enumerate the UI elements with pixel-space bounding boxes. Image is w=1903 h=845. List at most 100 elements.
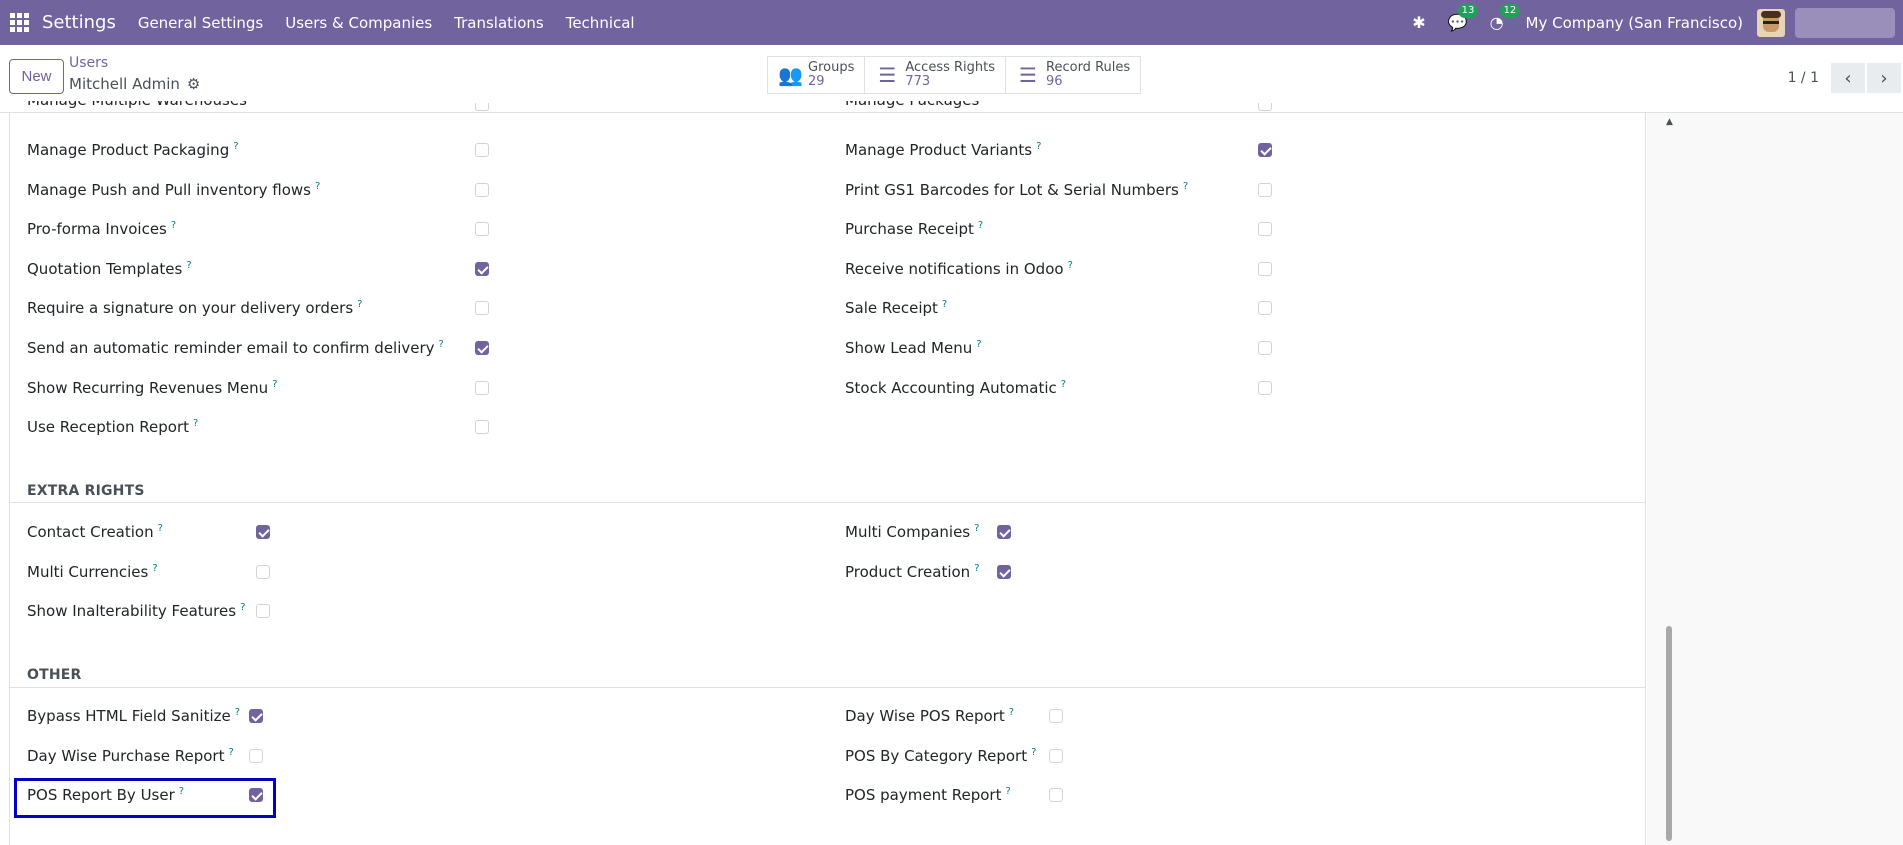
app-title[interactable]: Settings (42, 12, 116, 33)
breadcrumb-users[interactable]: Users (69, 55, 108, 71)
field-label-manage-push-and-pull-inventory-flows: Manage Push and Pull inventory flows? (27, 181, 320, 199)
help-tooltip-icon[interactable]: ? (152, 563, 157, 574)
help-tooltip-icon[interactable]: ? (315, 181, 320, 192)
section-divider (9, 502, 1646, 503)
help-tooltip-icon[interactable]: ? (233, 141, 238, 152)
help-tooltip-icon[interactable]: ? (942, 299, 947, 310)
checkbox-multi-currencies[interactable] (256, 564, 270, 579)
scroll-up-arrow-icon[interactable]: ▲ (1664, 117, 1675, 127)
section-divider (9, 687, 1646, 688)
field-label-text: Sale Receipt (845, 299, 938, 318)
help-tooltip-icon[interactable]: ? (272, 379, 277, 390)
checkbox-show-lead-menu[interactable] (1258, 341, 1272, 355)
help-tooltip-icon[interactable]: ? (1031, 747, 1036, 758)
scrollbar[interactable]: ▲ (1664, 113, 1675, 845)
help-tooltip-icon[interactable]: ? (1068, 260, 1073, 271)
debug-bug-icon[interactable]: ✱ (1412, 13, 1425, 32)
field-label-pro-forma-invoices: Pro-forma Invoices? (27, 220, 176, 238)
checkbox-show-recurring-revenues-menu[interactable] (475, 380, 489, 395)
help-tooltip-icon[interactable]: ? (158, 523, 163, 534)
checkbox-stock-accounting-automatic[interactable] (1258, 380, 1272, 395)
partial-checkbox-left[interactable] (475, 103, 489, 111)
checkbox-pos-payment-report[interactable] (1049, 788, 1063, 803)
apps-grid-icon[interactable] (10, 12, 30, 33)
menu-translations[interactable]: Translations (454, 14, 544, 32)
help-tooltip-icon[interactable]: ? (976, 339, 981, 350)
checkbox-pos-by-category-report[interactable] (1049, 748, 1063, 763)
pager: 1 / 1 ‹ › (1788, 63, 1903, 93)
menu-technical[interactable]: Technical (566, 14, 635, 32)
field-label-text: Show Lead Menu (845, 339, 973, 357)
menu-general-settings[interactable]: General Settings (138, 14, 263, 32)
field-label-send-an-automatic-reminder-email-to-confirm-delivery: Send an automatic reminder email to conf… (27, 339, 444, 357)
help-tooltip-icon[interactable]: ? (1183, 181, 1188, 192)
help-tooltip-icon[interactable]: ? (978, 220, 983, 231)
previous-record-button[interactable]: ‹ (1831, 63, 1865, 93)
user-avatar[interactable] (1757, 8, 1785, 37)
help-tooltip-icon[interactable]: ? (171, 220, 176, 231)
checkbox-manage-product-packaging[interactable] (475, 143, 489, 157)
record-rules-smart-button[interactable]: ☰ Record Rules 96 (1006, 57, 1140, 93)
help-tooltip-icon[interactable]: ? (1005, 786, 1010, 797)
field-label-product-creation: Product Creation? (845, 563, 980, 581)
field-label-show-lead-menu: Show Lead Menu? (845, 339, 982, 357)
scrollbar-thumb[interactable] (1666, 626, 1672, 841)
field-label-receive-notifications-in-odoo: Receive notifications in Odoo? (845, 260, 1073, 278)
field-label-print-gs1-barcodes-for-lot-serial-numbers: Print GS1 Barcodes for Lot & Serial Numb… (845, 181, 1188, 199)
new-button[interactable]: New (9, 59, 64, 94)
checkbox-print-gs1-barcodes-for-lot-serial-numbers[interactable] (1258, 182, 1272, 197)
field-label-manage-product-packaging: Manage Product Packaging? (27, 141, 239, 159)
checkbox-quotation-templates[interactable] (475, 261, 489, 276)
help-tooltip-icon[interactable]: ? (235, 707, 240, 718)
checkbox-manage-push-and-pull-inventory-flows[interactable] (475, 182, 489, 197)
checkbox-day-wise-pos-report[interactable] (1049, 709, 1063, 723)
partial-checkbox-right[interactable] (1258, 103, 1272, 111)
checkbox-receive-notifications-in-odoo[interactable] (1258, 261, 1272, 276)
checkbox-pro-forma-invoices[interactable] (475, 222, 489, 237)
help-tooltip-icon[interactable]: ? (439, 339, 444, 350)
pager-value[interactable]: 1 / 1 (1788, 70, 1819, 86)
user-name-blurred[interactable] (1795, 7, 1895, 38)
access-rights-smart-button[interactable]: ☰ Access Rights 773 (865, 57, 1007, 93)
field-label-text: Multi Currencies (27, 562, 149, 581)
checkbox-show-inalterability-features[interactable] (256, 604, 270, 619)
company-switcher[interactable]: My Company (San Francisco) (1526, 14, 1743, 32)
help-tooltip-icon[interactable]: ? (1009, 707, 1014, 718)
field-label-text: Manage Push and Pull inventory flows (27, 180, 311, 199)
checkbox-bypass-html-field-sanitize[interactable] (249, 709, 263, 723)
checkbox-send-an-automatic-reminder-email-to-confirm-delivery[interactable] (475, 341, 489, 355)
gear-icon[interactable]: ⚙ (187, 75, 200, 93)
field-label-pos-payment-report: POS payment Report? (845, 786, 1011, 804)
groups-smart-button[interactable]: 👥 Groups 29 (768, 57, 866, 93)
help-tooltip-icon[interactable]: ? (228, 747, 233, 758)
access-rights-count: 773 (905, 74, 931, 89)
checkbox-use-reception-report[interactable] (475, 420, 489, 435)
help-tooltip-icon[interactable]: ? (974, 523, 979, 534)
messages-icon[interactable]: 💬 13 (1448, 4, 1479, 32)
checkbox-manage-product-variants[interactable] (1258, 143, 1272, 157)
field-label-text: Day Wise POS Report (845, 707, 1005, 725)
help-tooltip-icon[interactable]: ? (240, 602, 245, 613)
next-record-button[interactable]: › (1867, 63, 1901, 93)
field-label-text: Show Inalterability Features (27, 602, 237, 621)
checkbox-product-creation[interactable] (997, 564, 1011, 579)
help-tooltip-icon[interactable]: ? (186, 260, 191, 271)
help-tooltip-icon[interactable]: ? (357, 299, 362, 310)
field-label-multi-currencies: Multi Currencies? (27, 563, 158, 581)
groups-count: 29 (808, 74, 825, 89)
checkbox-multi-companies[interactable] (997, 525, 1011, 539)
checkbox-contact-creation[interactable] (256, 525, 270, 539)
help-tooltip-icon[interactable]: ? (193, 418, 198, 429)
field-label-text: Quotation Templates (27, 259, 183, 278)
help-tooltip-icon[interactable]: ? (1036, 141, 1041, 152)
checkbox-day-wise-purchase-report[interactable] (249, 748, 263, 763)
help-tooltip-icon[interactable]: ? (974, 563, 979, 574)
checkbox-purchase-receipt[interactable] (1258, 222, 1272, 237)
groups-label: Groups (808, 60, 855, 75)
checkbox-sale-receipt[interactable] (1258, 301, 1272, 316)
activities-clock-icon[interactable]: ◔ 12 (1490, 4, 1521, 32)
menu-users-companies[interactable]: Users & Companies (285, 14, 432, 32)
checkbox-require-a-signature-on-your-delivery-orders[interactable] (475, 301, 489, 316)
partial-row-label-left: Manage Multiple Warehouses (27, 101, 247, 111)
help-tooltip-icon[interactable]: ? (1061, 379, 1066, 390)
